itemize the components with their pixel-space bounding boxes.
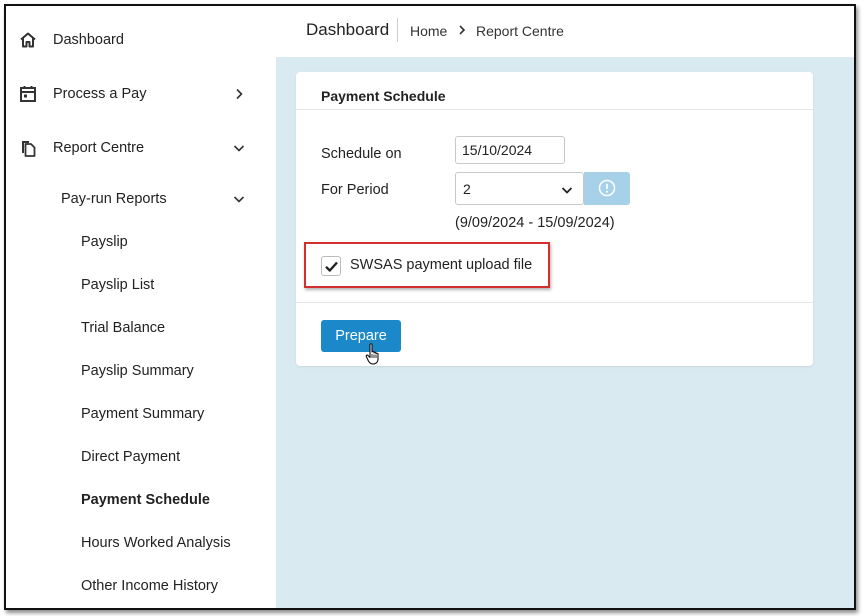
sidebar-label: Hours Worked Analysis — [81, 535, 231, 551]
sidebar-label: Payslip Summary — [81, 363, 194, 379]
sidebar-label: Pay-run Reports — [61, 191, 167, 207]
sidebar-item-direct-payment[interactable]: Direct Payment — [6, 439, 276, 475]
sidebar-item-pay-run-reports[interactable]: Pay-run Reports — [6, 181, 276, 217]
card-divider — [296, 109, 813, 110]
sidebar-item-other-income-history[interactable]: Other Income History — [6, 568, 276, 604]
chevron-right-icon — [459, 25, 466, 35]
chevron-down-icon — [561, 187, 573, 194]
copy-document-icon — [22, 141, 36, 157]
sidebar-item-dashboard[interactable]: Dashboard — [6, 20, 276, 60]
period-date-range: (9/09/2024 - 15/09/2024) — [455, 215, 615, 231]
checkmark-icon — [325, 261, 338, 272]
breadcrumb-current: Report Centre — [476, 23, 564, 39]
prepare-button[interactable]: Prepare — [321, 320, 401, 352]
chevron-right-icon — [236, 88, 243, 100]
home-icon — [20, 32, 36, 48]
breadcrumb-home-link[interactable]: Home — [410, 23, 447, 39]
schedule-on-date-input[interactable] — [455, 136, 565, 164]
for-period-select[interactable]: 2 — [455, 172, 584, 205]
sidebar-item-payment-summary[interactable]: Payment Summary — [6, 396, 276, 432]
sidebar-label: Payslip — [81, 234, 128, 250]
title-divider — [397, 18, 398, 42]
sidebar-item-trial-balance[interactable]: Trial Balance — [6, 310, 276, 346]
sidebar-item-payslip[interactable]: Payslip — [6, 224, 276, 260]
sidebar-item-payslip-summary[interactable]: Payslip Summary — [6, 353, 276, 389]
sidebar-label: Payslip List — [81, 277, 155, 293]
sidebar-label: Dashboard — [53, 32, 124, 48]
sidebar-item-payment-schedule[interactable]: Payment Schedule — [6, 482, 276, 518]
sidebar-label: Payment Schedule — [81, 492, 210, 508]
hand-cursor-icon — [365, 343, 379, 365]
sidebar-label: Payment Summary — [81, 406, 205, 422]
swsas-upload-checkbox-label[interactable]: SWSAS payment upload file — [350, 257, 532, 273]
payment-schedule-card: Payment Schedule Schedule on For Period … — [296, 72, 813, 366]
page-title: Dashboard — [306, 20, 390, 39]
swsas-upload-checkbox[interactable] — [321, 256, 341, 276]
sidebar: Dashboard Process a Pay Report Centre Pa… — [6, 6, 276, 608]
main-content: Dashboard Home Report Centre Payment Sch… — [276, 6, 854, 608]
for-period-value: 2 — [463, 181, 471, 197]
sidebar-item-report-centre[interactable]: Report Centre — [6, 128, 276, 168]
sidebar-label: Other Income History — [81, 578, 218, 594]
app-window: Dashboard Process a Pay Report Centre Pa… — [4, 4, 856, 610]
chevron-down-icon — [233, 145, 245, 152]
sidebar-label: Process a Pay — [53, 86, 147, 102]
top-bar: Dashboard Home Report Centre — [276, 6, 854, 57]
schedule-on-label: Schedule on — [321, 146, 402, 162]
calendar-icon — [20, 86, 36, 102]
exclamation-circle-icon — [598, 179, 616, 197]
sidebar-item-process-a-pay[interactable]: Process a Pay — [6, 74, 276, 114]
sidebar-item-payslip-list[interactable]: Payslip List — [6, 267, 276, 303]
sidebar-label: Trial Balance — [81, 320, 166, 336]
sidebar-label: Report Centre — [53, 140, 145, 156]
period-info-button[interactable] — [584, 172, 630, 205]
chevron-down-icon — [233, 196, 245, 203]
for-period-label: For Period — [321, 182, 389, 198]
sidebar-label: Direct Payment — [81, 449, 181, 465]
sidebar-item-hours-worked-analysis[interactable]: Hours Worked Analysis — [6, 525, 276, 561]
card-title: Payment Schedule — [321, 88, 446, 104]
card-divider — [296, 302, 813, 303]
